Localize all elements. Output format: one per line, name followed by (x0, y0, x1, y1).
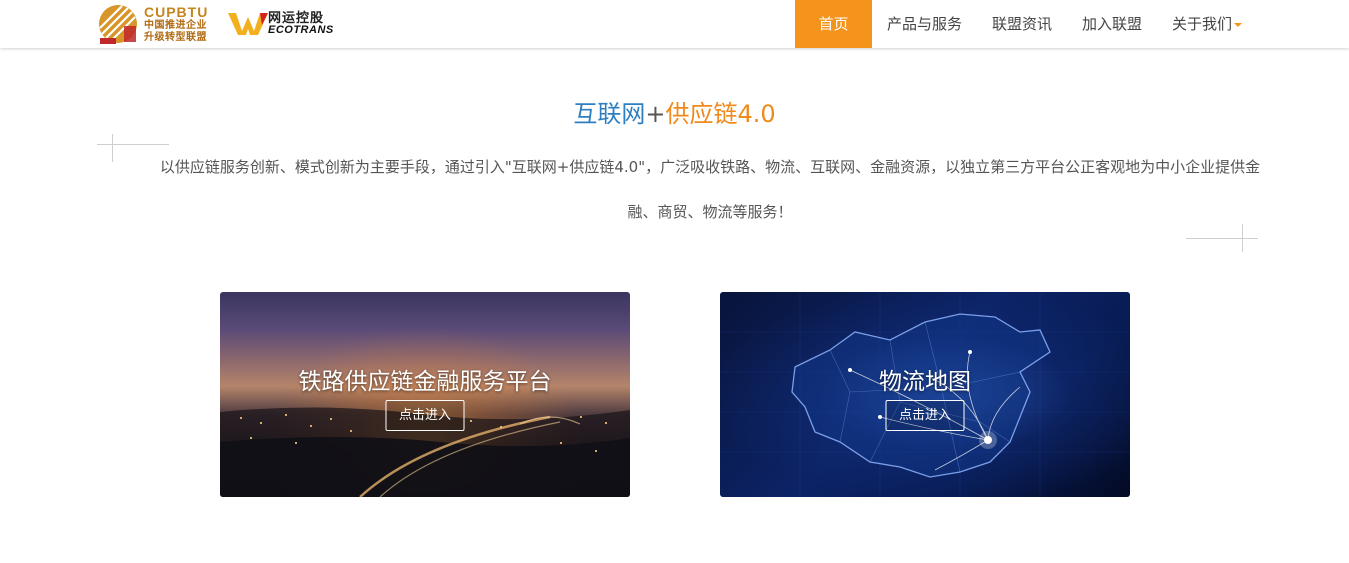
card-logistics-map-title: 物流地图 (879, 369, 971, 395)
ecotrans-logo-icon (226, 11, 270, 37)
nav-item-join-alliance[interactable]: 加入联盟 (1067, 0, 1157, 48)
nav-item-about-us[interactable]: 关于我们 (1157, 0, 1257, 48)
title-plus: + (645, 100, 666, 128)
title-supply-chain: 供应链4.0 (665, 100, 776, 128)
card-railway-finance[interactable]: 铁路供应链金融服务平台 点击进入 (220, 292, 630, 497)
nav-item-alliance-news[interactable]: 联盟资讯 (977, 0, 1067, 48)
cupbtu-logo-cn-line1: 中国推进企业 (144, 20, 207, 31)
nav-item-about-us-label: 关于我们 (1172, 15, 1233, 33)
cupbtu-logo-icon (98, 4, 138, 44)
cupbtu-logo[interactable]: CUPBTU 中国推进企业 升级转型联盟 (98, 3, 208, 45)
card-logistics-map-enter-button[interactable]: 点击进入 (885, 400, 965, 431)
ecotrans-logo-en: ECOTRANS (268, 24, 334, 36)
card-logistics-map[interactable]: 物流地图 点击进入 (720, 292, 1130, 497)
nav-item-home[interactable]: 首页 (795, 0, 872, 48)
cupbtu-logo-cn-line2: 升级转型联盟 (144, 32, 207, 43)
intro-description: 以供应链服务创新、模式创新为主要手段，通过引入"互联网+供应链4.0"，广泛吸收… (159, 158, 1261, 221)
decor-line-left-vertical (112, 134, 113, 162)
title-internet: 互联网 (573, 100, 646, 128)
ecotrans-logo[interactable]: 网运控股 ECOTRANS (226, 10, 334, 38)
card-railway-finance-enter-button[interactable]: 点击进入 (385, 400, 465, 431)
card-railway-finance-title: 铁路供应链金融服务平台 (298, 369, 552, 395)
section-title: 互联网+供应链4.0 (0, 94, 1349, 129)
caret-down-icon (1234, 22, 1243, 27)
nav-item-products-services[interactable]: 产品与服务 (872, 0, 977, 48)
decor-line-right (1186, 238, 1258, 239)
main-nav: 首页 产品与服务 联盟资讯 加入联盟 关于我们 (795, 0, 1257, 48)
cupbtu-logo-en: CUPBTU (144, 4, 209, 20)
site-header: CUPBTU 中国推进企业 升级转型联盟 网运控股 ECOTRANS 首页 产品… (0, 0, 1349, 48)
